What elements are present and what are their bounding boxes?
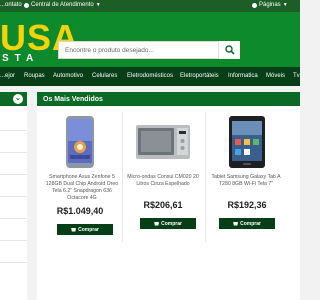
top-bar: ...ontato Central de Atendimento ▼ Págin… xyxy=(0,0,300,12)
search-button[interactable] xyxy=(218,41,240,59)
sidebar-divider xyxy=(0,196,27,197)
search-placeholder: Encontre o produto desejado... xyxy=(65,47,154,54)
buy-button[interactable]: Comprar xyxy=(57,224,113,235)
nav-item-roupas[interactable]: Roupas xyxy=(24,73,45,79)
cart-icon xyxy=(154,221,160,226)
product-price: R$1.049,40 xyxy=(56,206,104,216)
chevron-down-icon: ▼ xyxy=(282,2,288,8)
search-input[interactable]: Encontre o produto desejado... xyxy=(58,41,240,59)
product-price: R$192,36 xyxy=(227,200,267,210)
nav-item-automotivo[interactable]: Automotivo xyxy=(53,73,83,79)
search-icon xyxy=(224,45,235,55)
category-sidebar: ⌄ xyxy=(0,92,27,300)
product-image-microwave[interactable] xyxy=(128,112,198,172)
product-image-phone[interactable] xyxy=(45,112,115,172)
buy-button[interactable]: Comprar xyxy=(140,218,196,229)
sidebar-divider xyxy=(0,240,27,241)
nav-item-informatica[interactable]: Informatica xyxy=(228,73,258,79)
buy-button-label: Comprar xyxy=(240,220,261,227)
sidebar-header[interactable]: ⌄ xyxy=(0,92,27,106)
logo-sub-text: STA xyxy=(2,53,40,64)
product-title[interactable]: Micro-ondas Consul CM020 20 Litros Cinza… xyxy=(126,174,200,188)
cart-icon xyxy=(233,221,239,226)
info-icon xyxy=(252,2,257,8)
category-nav: ...ejor Roupas Automotivo Celulares Elet… xyxy=(0,67,300,86)
nav-item-eletroportateis[interactable]: Eletroportáteis xyxy=(180,73,219,79)
buy-button-label: Comprar xyxy=(161,220,182,227)
headset-icon xyxy=(24,2,29,8)
topbar-pages-label: Páginas xyxy=(259,2,281,8)
product-card[interactable]: Micro-ondas Consul CM020 20 Litros Cinza… xyxy=(126,112,200,242)
buy-button[interactable]: Comprar xyxy=(219,218,275,229)
sidebar-divider xyxy=(0,130,27,131)
card-divider xyxy=(205,112,206,242)
chevron-down-icon[interactable]: ⌄ xyxy=(13,94,23,104)
chevron-down-icon: ▼ xyxy=(95,2,101,8)
topbar-contact-label: ...ontato xyxy=(0,2,22,8)
sidebar-divider xyxy=(0,152,27,153)
product-card[interactable]: Tablet Samsung Galaxy Tab A T280 8GB Wi-… xyxy=(209,112,283,242)
section-title: Os Mais Vendidos xyxy=(37,92,300,106)
site-header: USA STA Encontre o produto desejado... xyxy=(0,12,300,67)
product-image-tablet[interactable] xyxy=(212,112,282,172)
topbar-contact-link[interactable]: ...ontato xyxy=(0,2,22,8)
nav-item-tv[interactable]: Tv xyxy=(293,73,300,79)
topbar-support-link[interactable]: Central de Atendimento ▼ xyxy=(24,2,101,8)
product-card[interactable]: Smartphone Asus Zenfone 5 128GB Dual Chi… xyxy=(45,112,118,242)
nav-item[interactable]: ...ejor xyxy=(0,73,15,79)
nav-item-eletrodomesticos[interactable]: Eletrodomésticos xyxy=(127,73,173,79)
cart-icon xyxy=(71,227,77,232)
nav-item-moveis[interactable]: Móveis xyxy=(266,73,285,79)
card-divider xyxy=(122,112,123,242)
buy-button-label: Comprar xyxy=(78,226,99,233)
topbar-pages-menu[interactable]: Páginas ▼ xyxy=(252,2,288,8)
product-price: R$206,61 xyxy=(143,200,183,210)
product-title[interactable]: Tablet Samsung Galaxy Tab A T280 8GB Wi-… xyxy=(209,174,283,188)
nav-item-celulares[interactable]: Celulares xyxy=(92,73,117,79)
product-title[interactable]: Smartphone Asus Zenfone 5 128GB Dual Chi… xyxy=(45,174,119,202)
sidebar-divider xyxy=(0,218,27,219)
sidebar-divider xyxy=(0,262,27,263)
topbar-support-label: Central de Atendimento xyxy=(31,2,94,8)
sidebar-divider xyxy=(0,174,27,175)
